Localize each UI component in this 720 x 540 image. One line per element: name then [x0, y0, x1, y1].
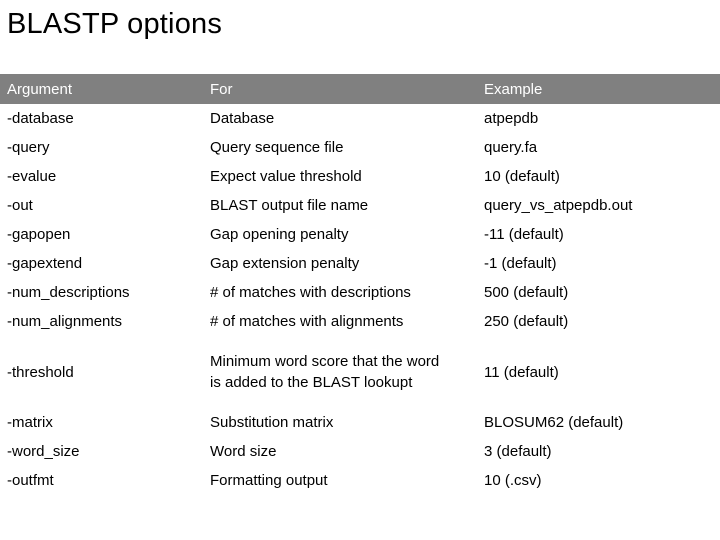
- table-row: -outfmt Formatting output 10 (.csv): [0, 466, 720, 495]
- cell-argument: -gapopen: [7, 226, 71, 243]
- table-row: -query Query sequence file query.fa: [0, 133, 720, 162]
- table-row: -threshold Minimum word score that the w…: [0, 336, 720, 408]
- cell-argument: -database: [7, 110, 74, 127]
- cell-for: Gap extension penalty: [210, 255, 360, 272]
- cell-for: Query sequence file: [210, 139, 344, 156]
- cell-argument: -matrix: [7, 414, 53, 431]
- cell-for: BLAST output file name: [210, 197, 369, 214]
- cell-for: # of matches with descriptions: [210, 284, 411, 301]
- cell-argument: -num_alignments: [7, 313, 123, 330]
- table-row: -word_size Word size 3 (default): [0, 437, 720, 466]
- cell-argument: -num_descriptions: [7, 284, 130, 301]
- cell-for-text: Minimum word score that the word is adde…: [210, 352, 440, 392]
- cell-for: Substitution matrix: [210, 414, 334, 431]
- table-row: -num_descriptions # of matches with desc…: [0, 278, 720, 307]
- cell-example: 10 (.csv): [484, 472, 542, 489]
- cell-argument: -evalue: [7, 168, 57, 185]
- cell-example: -11 (default): [484, 226, 564, 243]
- cell-argument: -word_size: [7, 443, 80, 460]
- table-row: -gapextend Gap extension penalty -1 (def…: [0, 249, 720, 278]
- table-row: -evalue Expect value threshold 10 (defau…: [0, 162, 720, 191]
- cell-example: query_vs_atpepdb.out: [484, 197, 633, 214]
- slide-title: BLASTP options: [7, 8, 223, 40]
- cell-example: -1 (default): [484, 255, 557, 272]
- table-row: -gapopen Gap opening penalty -11 (defaul…: [0, 220, 720, 249]
- cell-example: BLOSUM62 (default): [484, 414, 624, 431]
- cell-example: 250 (default): [484, 313, 569, 330]
- column-header-example: Example: [484, 80, 543, 98]
- cell-for: # of matches with alignments: [210, 313, 404, 330]
- table-row: -database Database atpepdb: [0, 104, 720, 133]
- cell-example: query.fa: [484, 139, 538, 156]
- blastp-options-table: Argument For Example -database Database …: [0, 74, 720, 495]
- cell-for: Database: [210, 110, 275, 127]
- column-header-argument: Argument: [7, 80, 73, 98]
- table-header-row: Argument For Example: [0, 74, 720, 104]
- cell-for: Minimum word score that the word is adde…: [203, 336, 477, 408]
- cell-argument: -query: [7, 139, 50, 156]
- table-row: -out BLAST output file name query_vs_atp…: [0, 191, 720, 220]
- cell-argument: -gapextend: [7, 255, 83, 272]
- column-header-for: For: [210, 80, 233, 98]
- cell-example: 500 (default): [484, 284, 569, 301]
- cell-argument: -out: [7, 197, 33, 214]
- cell-for: Formatting output: [210, 472, 328, 489]
- table-row: -num_alignments # of matches with alignm…: [0, 307, 720, 336]
- cell-for: Gap opening penalty: [210, 226, 349, 243]
- cell-argument: -threshold: [7, 363, 74, 381]
- cell-for: Expect value threshold: [210, 168, 362, 185]
- cell-example: atpepdb: [484, 110, 539, 127]
- cell-example: 11 (default): [484, 363, 559, 381]
- cell-argument: -outfmt: [7, 472, 54, 489]
- cell-for: Word size: [210, 443, 277, 460]
- cell-example: 3 (default): [484, 443, 552, 460]
- table-row: -matrix Substitution matrix BLOSUM62 (de…: [0, 408, 720, 437]
- cell-example: 10 (default): [484, 168, 560, 185]
